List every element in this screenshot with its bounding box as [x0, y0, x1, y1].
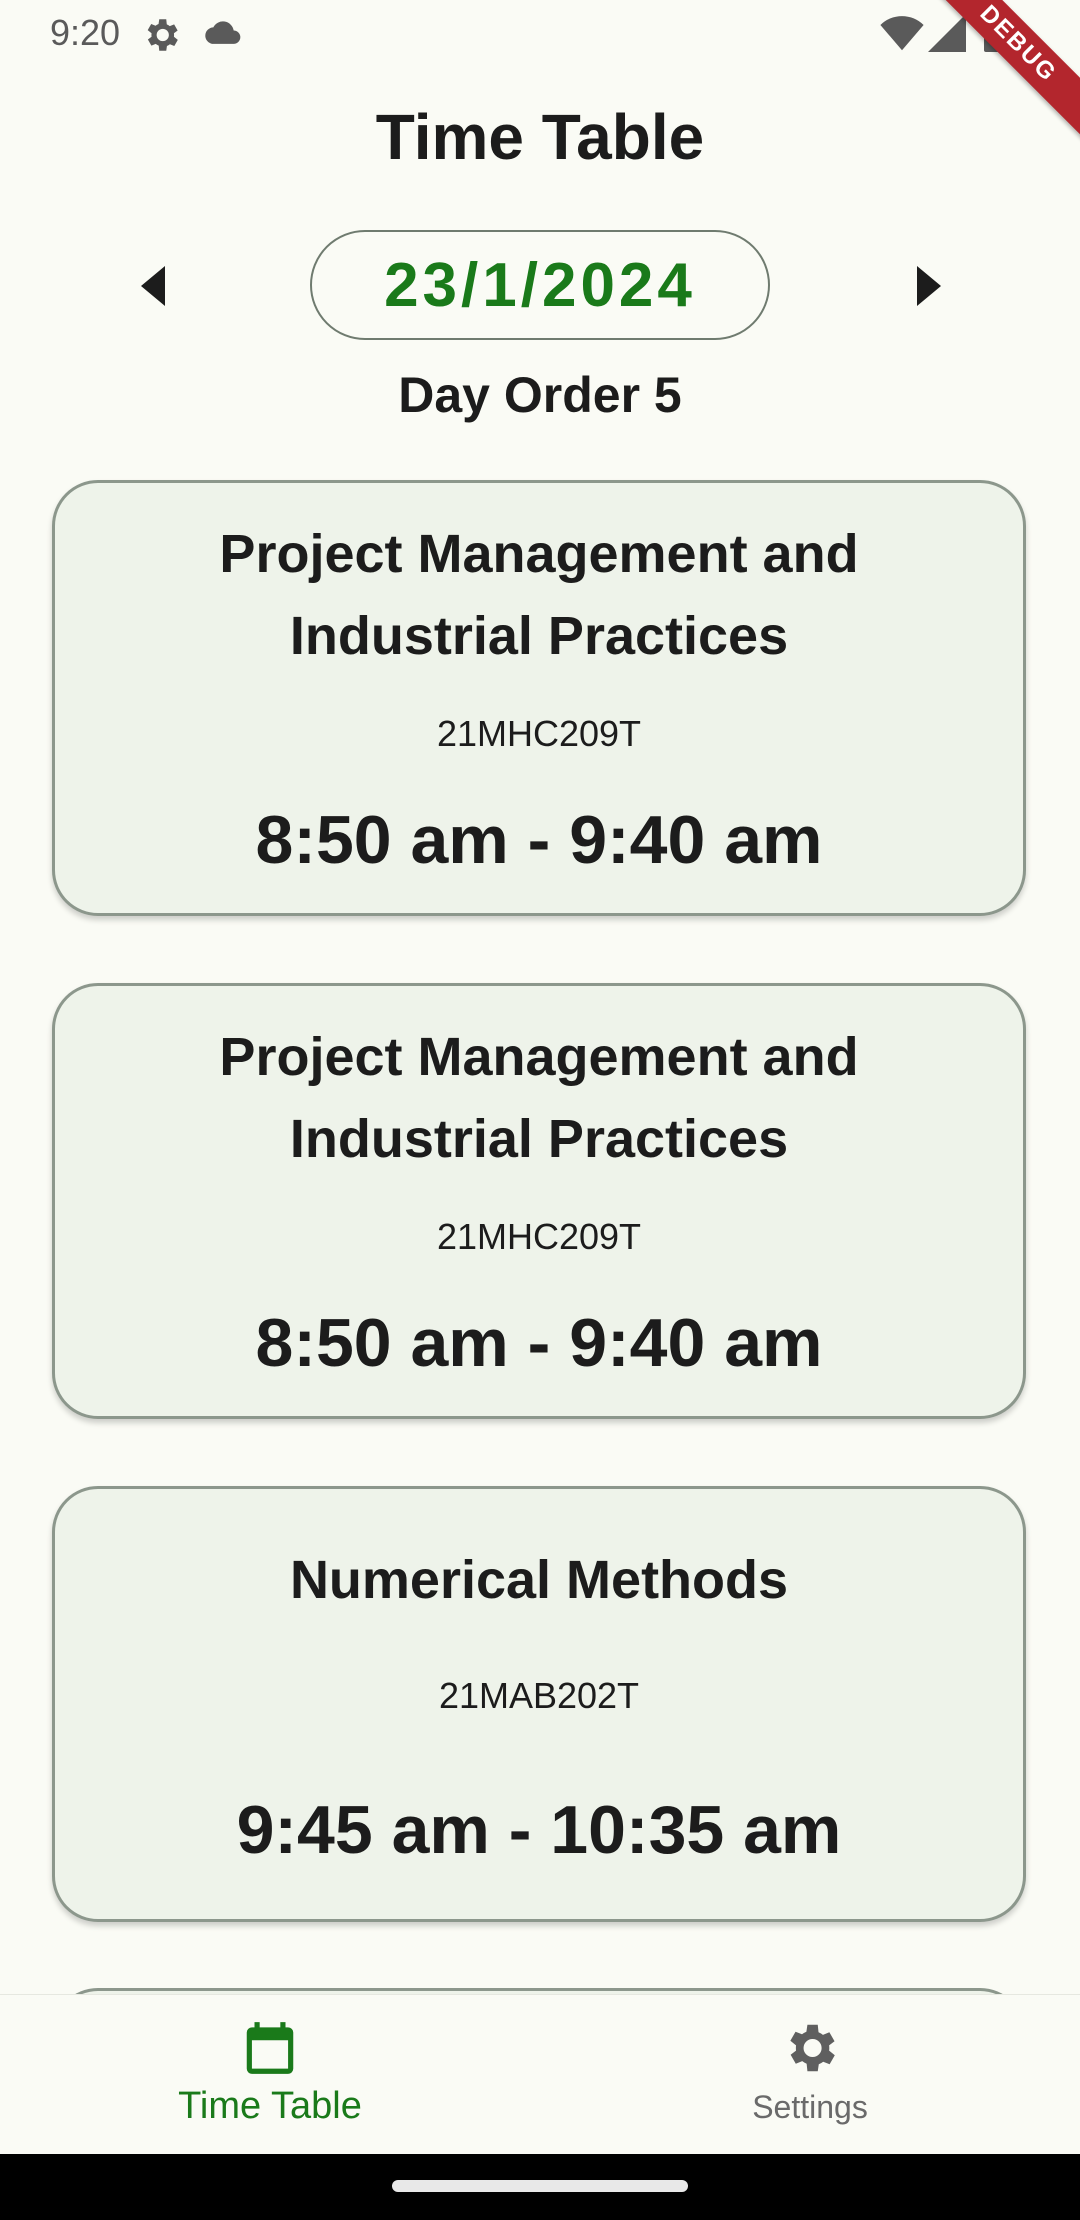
bottom-navigation: Time Table Settings	[0, 1994, 1080, 2154]
class-title: Project Management and Industrial Practi…	[219, 524, 859, 666]
next-day-button[interactable]	[898, 256, 958, 316]
gear-icon	[147, 19, 178, 51]
class-title: Project Management and Industrial Practi…	[219, 1027, 859, 1169]
wifi-icon	[880, 16, 924, 51]
class-card[interactable]: Project Management and Industrial Practi…	[52, 983, 1026, 1419]
nav-label: Settings	[752, 2089, 868, 2125]
nav-label: Time Table	[178, 2085, 362, 2127]
class-code: 21MAB202T	[438, 1675, 640, 1716]
class-card[interactable]: Numerical Methods 21MAB202T 9:45 am - 10…	[52, 1486, 1026, 1922]
signal-icon	[928, 14, 966, 52]
page-title: Time Table	[375, 101, 705, 173]
status-bar: 9:20 DEBUG	[0, 0, 1080, 143]
nav-tab-time-table[interactable]: Time Table	[0, 1995, 540, 2155]
caret-left-icon	[141, 266, 165, 306]
class-code: 21MHC209T	[436, 1216, 642, 1257]
caret-right-icon	[917, 266, 941, 306]
class-card[interactable]: Project Management and Industrial Practi…	[52, 480, 1026, 916]
settings-icon	[790, 2024, 835, 2072]
home-handle[interactable]	[392, 2180, 688, 2192]
date-selector: 23/1/2024	[0, 230, 1080, 342]
status-time: 9:20	[50, 12, 121, 53]
date-button[interactable]: 23/1/2024	[310, 230, 770, 340]
system-gesture-bar	[0, 2154, 1080, 2220]
cloud-icon	[205, 21, 241, 44]
class-code: 21MHC209T	[436, 713, 642, 754]
class-title: Numerical Methods	[289, 1550, 789, 1610]
class-time: 8:50 am - 9:40 am	[255, 802, 823, 878]
nav-tab-settings[interactable]: Settings	[540, 1995, 1080, 2155]
previous-day-button[interactable]	[124, 256, 184, 316]
calendar-icon	[246, 2022, 294, 2074]
screen: 9:20 DEBUG Time Table 23/1/2024 Day Orde…	[0, 0, 1080, 2220]
class-time: 9:45 am - 10:35 am	[236, 1792, 842, 1868]
class-time: 8:50 am - 9:40 am	[255, 1305, 823, 1381]
day-order-label: Day Order 5	[398, 367, 682, 423]
